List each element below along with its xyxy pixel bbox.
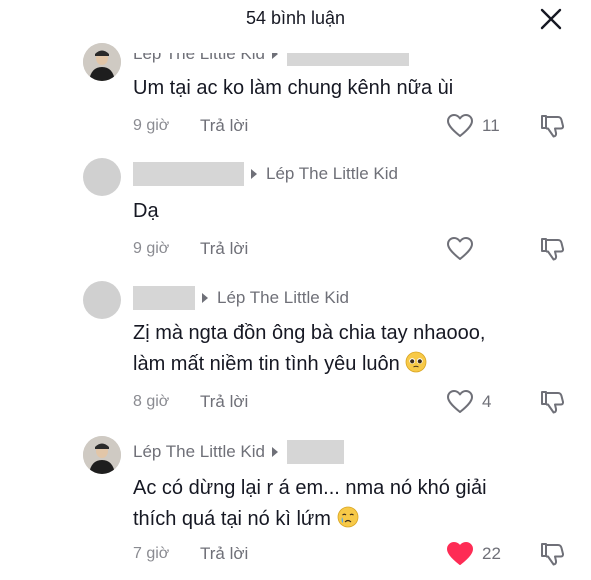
comment-text-line-1: Ac có dừng lại r á em... nma nó khó giải <box>133 477 487 499</box>
close-icon <box>540 8 562 30</box>
like-button[interactable] <box>446 235 482 263</box>
comments-header: 54 bình luận <box>0 0 591 38</box>
thumbs-down-icon <box>541 238 565 261</box>
comment-meta: Lép The Little Kid <box>133 286 349 310</box>
comment-time: 9 giờ <box>133 240 170 257</box>
comment-text-line-1: Zị mà ngta đồn ông bà chia tay nhaooo, <box>133 322 486 344</box>
comment-text: Um tại ac ko làm chung kênh nữa ùi <box>133 77 454 99</box>
thumbs-down-icon <box>541 391 565 414</box>
person-photo-icon <box>83 436 121 474</box>
heart-filled-icon <box>447 542 473 565</box>
crying-face-emoji-icon <box>337 506 358 528</box>
comment-time: 7 giờ <box>133 545 170 562</box>
heart-outline-icon <box>447 114 473 137</box>
close-button[interactable] <box>538 6 564 32</box>
avatar[interactable] <box>83 436 121 474</box>
comment-time: 9 giờ <box>133 117 170 134</box>
redacted-username <box>133 286 195 310</box>
pleading-face-emoji-icon <box>405 351 427 373</box>
comment-text-line-2-content: thích quá tại nó kì lứm <box>133 508 331 530</box>
redacted-username <box>287 53 409 66</box>
comment-meta: Lép The Little Kid <box>133 162 398 186</box>
reply-button[interactable]: Trả lời <box>200 239 248 259</box>
author-name[interactable]: Lép The Little Kid <box>133 53 265 64</box>
dislike-button[interactable] <box>538 235 566 263</box>
thumbs-down-icon <box>541 115 565 138</box>
like-count: 4 <box>482 392 492 411</box>
dislike-button[interactable] <box>538 540 566 568</box>
avatar[interactable] <box>83 158 121 196</box>
reply-to-name[interactable]: Lép The Little Kid <box>266 164 398 184</box>
comment-count-title: 54 bình luận <box>245 8 346 28</box>
dislike-button[interactable] <box>538 388 566 416</box>
person-photo-icon <box>83 43 121 81</box>
reply-button[interactable]: Trả lời <box>200 116 248 136</box>
heart-outline-icon <box>447 390 473 413</box>
redacted-username <box>133 162 244 186</box>
reply-to-arrow-icon <box>272 53 278 59</box>
comment-text-line-2: thích quá tại nó kì lứm <box>133 504 359 535</box>
thumbs-down-icon <box>541 543 565 566</box>
reply-to-arrow-icon <box>272 447 278 457</box>
like-button[interactable]: 4 <box>446 388 491 416</box>
reply-to-arrow-icon <box>202 293 208 303</box>
redacted-username <box>287 440 344 464</box>
reply-to-arrow-icon <box>251 169 257 179</box>
comment-text: Dạ <box>133 200 159 222</box>
like-button[interactable]: 22 <box>446 540 501 568</box>
author-name[interactable]: Lép The Little Kid <box>133 442 265 462</box>
like-count: 22 <box>482 544 501 563</box>
comment-meta: Lép The Little Kid <box>133 53 409 66</box>
dislike-button[interactable] <box>538 112 566 140</box>
heart-outline-icon <box>447 237 473 260</box>
reply-to-name[interactable]: Lép The Little Kid <box>217 288 349 308</box>
comment-text-line-2-content: làm mất niềm tin tình yêu luôn <box>133 353 400 375</box>
reply-button[interactable]: Trả lời <box>200 544 248 564</box>
like-button[interactable]: 11 <box>446 112 500 140</box>
comment-text-line-2: làm mất niềm tin tình yêu luôn <box>133 349 427 380</box>
like-count: 11 <box>482 116 500 135</box>
comment-time: 8 giờ <box>133 393 170 410</box>
reply-button[interactable]: Trả lời <box>200 392 248 412</box>
avatar[interactable] <box>83 281 121 319</box>
avatar[interactable] <box>83 43 121 81</box>
comment-meta: Lép The Little Kid <box>133 440 344 464</box>
